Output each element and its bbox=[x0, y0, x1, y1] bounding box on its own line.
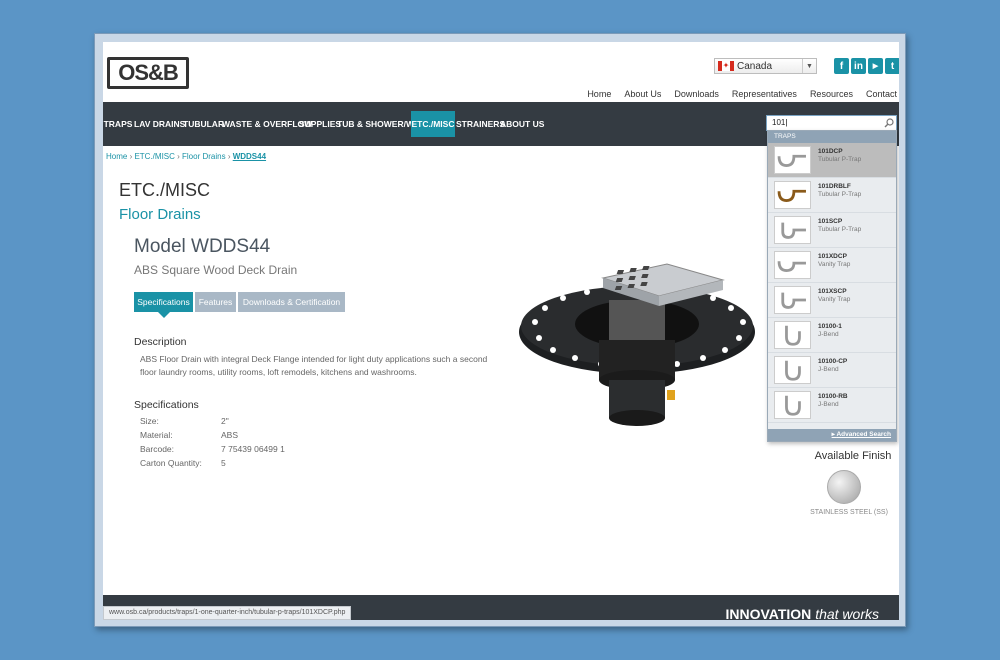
top-link-resources[interactable]: Resources bbox=[810, 89, 853, 99]
vanity-trap-thumbnail bbox=[774, 286, 811, 314]
search-input[interactable]: 101| bbox=[766, 115, 897, 131]
description-text: ABS Floor Drain with integral Deck Flang… bbox=[140, 354, 488, 377]
chevron-down-icon: ▼ bbox=[802, 59, 816, 73]
status-bar-url: www.osb.ca/products/traps/1-one-quarter-… bbox=[103, 606, 352, 620]
facebook-icon[interactable]: f bbox=[834, 58, 849, 74]
finish-label: STAINLESS STEEL (SS) bbox=[810, 509, 888, 516]
spec-label-size: Size: bbox=[140, 416, 159, 426]
canada-flag-icon: ✦ bbox=[718, 61, 734, 71]
advanced-search-link[interactable]: ▸ Advanced Search bbox=[768, 429, 896, 441]
top-link-home[interactable]: Home bbox=[587, 89, 611, 99]
logo-text: OS&B bbox=[118, 60, 179, 85]
search-input-value: 101 bbox=[772, 118, 786, 127]
nav-item-lav-drains[interactable]: LAV DRAINS bbox=[134, 102, 185, 146]
nav-item-tub-shower[interactable]: TUB & SHOWER/WC bbox=[337, 102, 420, 146]
list-item[interactable]: 10100-RB J-Bend bbox=[768, 388, 896, 423]
list-item[interactable]: 101XSCP Vanity Trap bbox=[768, 283, 896, 318]
tab-specifications[interactable]: Specifications bbox=[134, 292, 193, 318]
top-link-contact[interactable]: Contact bbox=[866, 89, 897, 99]
tab-downloads-certification[interactable]: Downloads & Certification bbox=[238, 292, 345, 312]
list-item[interactable]: 10100-CP J-Bend bbox=[768, 353, 896, 388]
finish-swatch-stainless[interactable] bbox=[827, 470, 861, 504]
country-select-value: Canada bbox=[737, 60, 773, 72]
linkedin-icon[interactable]: in bbox=[851, 58, 866, 74]
nav-item-supplies[interactable]: SUPPLIES bbox=[299, 102, 341, 146]
nav-item-waste-overflow[interactable]: WASTE & OVERFLOW bbox=[222, 102, 312, 146]
j-bend-thumbnail bbox=[774, 356, 811, 384]
dropdown-category: TRAPS bbox=[768, 131, 896, 143]
subcategory-title: Floor Drains bbox=[119, 206, 201, 223]
spec-value-material: ABS bbox=[221, 430, 239, 440]
browser-window: OS&B ✦ Canada ▼ f in ▶ t Home About Us D… bbox=[94, 33, 906, 627]
available-finish-heading: Available Finish bbox=[814, 450, 892, 462]
nav-item-traps[interactable]: TRAPS bbox=[103, 102, 133, 146]
list-item[interactable]: 10100-1 J-Bend bbox=[768, 318, 896, 353]
product-image bbox=[519, 263, 755, 426]
breadcrumb-current[interactable]: WDDS44 bbox=[233, 152, 266, 161]
j-bend-thumbnail bbox=[774, 391, 811, 419]
description-heading: Description bbox=[134, 336, 187, 348]
p-trap-thumbnail bbox=[774, 146, 811, 174]
footer-tagline: INNOVATION that works bbox=[725, 606, 879, 620]
list-item[interactable]: 101SCP Tubular P-Trap bbox=[768, 213, 896, 248]
top-link-about[interactable]: About Us bbox=[624, 89, 661, 99]
j-bend-thumbnail bbox=[774, 321, 811, 349]
spec-value-size: 2" bbox=[221, 416, 229, 426]
spec-label-material: Material: bbox=[140, 430, 173, 440]
vanity-trap-thumbnail bbox=[774, 251, 811, 279]
tab-features[interactable]: Features bbox=[195, 292, 236, 312]
top-link-downloads[interactable]: Downloads bbox=[674, 89, 719, 99]
search-suggestions-dropdown: TRAPS 101DCP Tubular P-Trap 101DRBLF Tub… bbox=[767, 130, 897, 442]
spec-value-barcode: 7 75439 06499 1 bbox=[221, 444, 285, 454]
breadcrumb-floor-drains[interactable]: Floor Drains bbox=[182, 152, 226, 161]
breadcrumb-etc-misc[interactable]: ETC./MISC bbox=[134, 152, 174, 161]
spec-label-barcode: Barcode: bbox=[140, 444, 175, 454]
top-links: Home About Us Downloads Representatives … bbox=[587, 89, 897, 99]
model-title: Model WDDS44 bbox=[134, 236, 271, 257]
specifications-heading: Specifications bbox=[134, 399, 199, 411]
top-link-representatives[interactable]: Representatives bbox=[732, 89, 797, 99]
category-title: ETC./MISC bbox=[119, 180, 211, 200]
osb-logo[interactable]: OS&B bbox=[107, 57, 189, 89]
breadcrumb: Home › ETC./MISC › Floor Drains › WDDS44 bbox=[106, 152, 267, 161]
nav-item-etc-misc[interactable]: ETC./MISC bbox=[411, 111, 455, 137]
list-item[interactable]: 101DCP Tubular P-Trap bbox=[768, 143, 896, 178]
web-page: OS&B ✦ Canada ▼ f in ▶ t Home About Us D… bbox=[103, 42, 899, 620]
spec-label-carton: Carton Quantity: bbox=[140, 458, 202, 468]
spec-value-carton: 5 bbox=[221, 458, 226, 468]
youtube-icon[interactable]: ▶ bbox=[868, 58, 883, 74]
nav-item-strainers[interactable]: STRAINERS bbox=[456, 102, 505, 146]
model-subtitle: ABS Square Wood Deck Drain bbox=[134, 263, 298, 277]
nav-item-tubular[interactable]: TUBULAR bbox=[183, 102, 224, 146]
p-trap-thumbnail bbox=[774, 181, 811, 209]
country-select[interactable]: ✦ Canada ▼ bbox=[714, 58, 817, 74]
list-item[interactable]: 101DRBLF Tubular P-Trap bbox=[768, 178, 896, 213]
nav-item-about-us[interactable]: ABOUT US bbox=[500, 102, 544, 146]
p-trap-thumbnail bbox=[774, 216, 811, 244]
breadcrumb-home[interactable]: Home bbox=[106, 152, 127, 161]
list-item[interactable]: 101XDCP Vanity Trap bbox=[768, 248, 896, 283]
search-icon[interactable] bbox=[884, 118, 894, 128]
twitter-icon[interactable]: t bbox=[885, 58, 899, 74]
